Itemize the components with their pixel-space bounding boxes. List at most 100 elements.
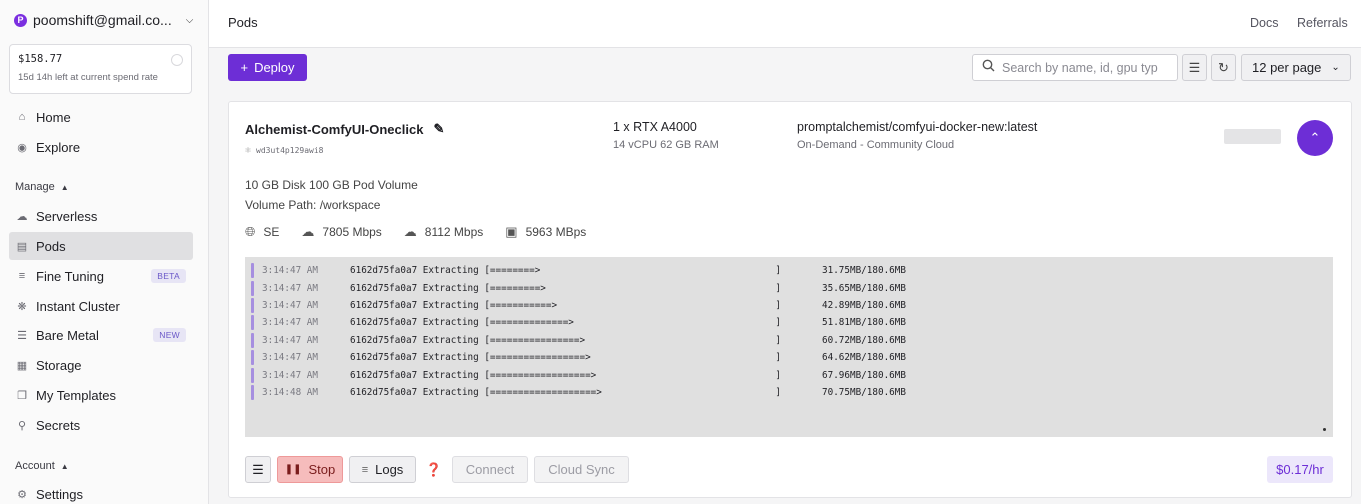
stop-label: Stop (308, 462, 336, 477)
log-message: 6162d75fa0a7 Extracting [========> ] (350, 265, 781, 277)
disk-speed-stat: ▣ 5963 MBps (505, 224, 586, 240)
log-message: 6162d75fa0a7 Extracting [===========> ] (350, 299, 781, 311)
section-account[interactable]: Account ▲ (15, 460, 69, 472)
log-size: 67.96MB/180.6MB (822, 369, 906, 381)
log-size: 35.65MB/180.6MB (822, 282, 906, 294)
edit-pencil-icon[interactable]: ✎ (433, 121, 444, 137)
sidebar-item-my-templates[interactable]: ❐ My Templates (9, 381, 193, 409)
log-line: 3:14:48 AM 6162d75fa0a7 Extracting [=====… (245, 384, 1333, 401)
log-line: 3:14:47 AM 6162d75fa0a7 Extracting [=====… (245, 332, 1333, 349)
status-badge (1224, 129, 1281, 144)
log-size: 31.75MB/180.6MB (822, 265, 906, 277)
section-label: Manage (15, 181, 55, 193)
download-value: 7805 Mbps (322, 225, 382, 239)
pod-id-row[interactable]: ⚛ wd3ut4p129awi8 (245, 145, 323, 156)
plus-icon: + (240, 60, 249, 75)
beta-badge: BETA (151, 269, 186, 283)
search-input[interactable] (1002, 60, 1172, 75)
log-time: 3:14:47 AM (262, 265, 318, 277)
docs-button[interactable]: ❓ (422, 456, 446, 483)
search-icon (982, 59, 995, 77)
sidebar-item-serverless[interactable]: ☁ Serverless (9, 202, 193, 230)
log-time: 3:14:47 AM (262, 352, 318, 364)
log-line: 3:14:47 AM 6162d75fa0a7 Extracting [=====… (245, 366, 1333, 383)
balance-card[interactable]: $158.77 15d 14h left at current spend ra… (9, 44, 192, 94)
sidebar-item-settings[interactable]: ⚙ Settings (9, 480, 193, 504)
cost-badge: $0.17/hr (1267, 456, 1333, 483)
log-time: 3:14:47 AM (262, 299, 318, 311)
sidebar-item-bare-metal[interactable]: ☰ Bare Metal NEW (9, 321, 193, 349)
deploy-button[interactable]: + Deploy (228, 54, 307, 81)
download-stat: ☁ 7805 Mbps (301, 224, 381, 240)
logs-label: Logs (375, 462, 404, 477)
sidebar-item-label: Home (36, 109, 71, 125)
container-image: promptalchemist/comfyui-docker-new:lates… (797, 120, 1038, 134)
sidebar-item-home[interactable]: ⌂ Home (9, 103, 193, 131)
top-bar: Pods Docs Referrals (209, 0, 1361, 48)
sidebar-item-storage[interactable]: ▦ Storage (9, 351, 193, 379)
hamburger-icon: ☰ (252, 461, 264, 477)
filter-sliders-icon: ☰ (1188, 59, 1201, 75)
logs-button[interactable]: ≡ Logs (349, 456, 416, 483)
menu-button[interactable]: ☰ (245, 456, 271, 483)
log-time: 3:14:47 AM (262, 282, 318, 294)
section-manage[interactable]: Manage ▲ (15, 181, 69, 193)
per-page-select[interactable]: 12 per page ⌄ (1241, 54, 1351, 81)
log-line: 3:14:47 AM 6162d75fa0a7 Extracting [=====… (245, 279, 1333, 296)
region-stat: 🌐︎ SE (245, 224, 279, 240)
new-badge: NEW (153, 328, 186, 342)
collapse-button[interactable]: ⌃ (1297, 120, 1333, 156)
log-panel[interactable]: 3:14:47 AM 6162d75fa0a7 Extracting [=====… (245, 257, 1333, 437)
pod-name-row: Alchemist-ComfyUI-Oneclick ✎ (245, 121, 444, 137)
cloud-type: On-Demand - Community Cloud (797, 139, 955, 151)
log-level-bar (251, 315, 254, 331)
log-level-bar (251, 263, 254, 279)
stop-button[interactable]: ❚❚ Stop (277, 456, 343, 483)
sidebar-item-label: Instant Cluster (36, 298, 120, 314)
sidebar-item-pods[interactable]: ▤ Pods (9, 232, 193, 260)
page-title: Pods (228, 15, 258, 30)
pod-actions: ☰ ❚❚ Stop ≡ Logs ❓ Connect Cloud Sync (245, 456, 629, 483)
refresh-button[interactable]: ↻ (1211, 54, 1236, 81)
search-box[interactable] (972, 54, 1178, 81)
log-message: 6162d75fa0a7 Extracting [===============… (350, 386, 781, 398)
sidebar-item-explore[interactable]: ◉ Explore (9, 133, 193, 161)
volume-path: Volume Path: /workspace (245, 198, 381, 212)
cloud-icon: ☁ (16, 210, 28, 223)
sidebar-item-label: Storage (36, 357, 82, 373)
pause-icon: ❚❚ (284, 464, 302, 475)
log-line: 3:14:47 AM 6162d75fa0a7 Extracting [=====… (245, 314, 1333, 331)
scroll-indicator (1323, 428, 1326, 431)
log-message: 6162d75fa0a7 Extracting [===============… (350, 352, 781, 364)
gpu-specs: 14 vCPU 62 GB RAM (613, 139, 719, 151)
sidebar-item-fine-tuning[interactable]: ≡ Fine Tuning BETA (9, 262, 193, 290)
balance-remaining: 15d 14h left at current spend rate (18, 72, 158, 83)
pods-icon: ▤ (16, 240, 28, 253)
sidebar-item-label: Pods (36, 238, 66, 254)
connect-button[interactable]: Connect (452, 456, 528, 483)
per-page-value: 12 per page (1252, 60, 1322, 75)
sliders-icon: ≡ (18, 270, 26, 282)
cloud-upload-icon: ☁ (403, 224, 417, 239)
docs-link[interactable]: Docs (1250, 16, 1278, 30)
pod-card: Alchemist-ComfyUI-Oneclick ✎ ⚛ wd3ut4p12… (228, 101, 1352, 498)
sidebar-item-label: Fine Tuning (36, 268, 104, 284)
log-level-bar (251, 332, 254, 348)
referrals-link[interactable]: Referrals (1297, 16, 1348, 30)
log-message: 6162d75fa0a7 Extracting [==============>… (350, 317, 781, 329)
log-size: 60.72MB/180.6MB (822, 334, 906, 346)
filter-button[interactable]: ☰ (1182, 54, 1207, 81)
refresh-icon: ↻ (1218, 59, 1229, 75)
cloud-sync-button[interactable]: Cloud Sync (534, 456, 629, 483)
disk-info: 10 GB Disk 100 GB Pod Volume (245, 178, 418, 192)
sidebar-item-label: Secrets (36, 417, 81, 433)
log-message: 6162d75fa0a7 Extracting [===============… (350, 369, 781, 381)
account-avatar: P (14, 13, 27, 27)
sidebar-item-secrets[interactable]: ⚲ Secrets (9, 411, 193, 439)
chevron-up-icon: ⌃ (1309, 130, 1321, 145)
log-time: 3:14:48 AM (262, 386, 318, 398)
gear-icon: ⚙ (17, 488, 27, 501)
sidebar-item-instant-cluster[interactable]: ❋ Instant Cluster (9, 292, 193, 320)
upload-value: 8112 Mbps (424, 225, 484, 239)
account-switcher[interactable]: P poomshift@gmail.co... ⌵ (14, 12, 193, 28)
